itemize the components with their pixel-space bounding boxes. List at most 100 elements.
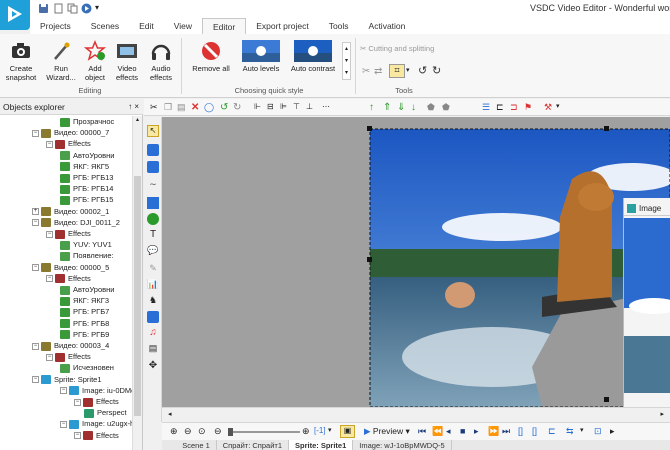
chart-tool-icon[interactable]: 📊 <box>147 279 159 291</box>
split-icon[interactable]: ✂ <box>362 66 370 77</box>
expand-toggle-icon[interactable]: − <box>32 342 39 350</box>
marker-set-icon[interactable]: ⊏ <box>548 426 556 437</box>
ungroup-icon[interactable]: ⬟ <box>442 102 453 113</box>
tree-item[interactable]: − Effects <box>46 138 91 149</box>
quick-style-scroll[interactable]: ▴ ▾ ▾ <box>342 42 351 80</box>
cut-icon[interactable]: ✂ <box>150 102 161 113</box>
tab-projects[interactable]: Projects <box>30 18 81 34</box>
tree-item[interactable]: АвтоУровни <box>60 150 114 161</box>
preview-toggle-icon[interactable]: ▣ <box>340 425 355 438</box>
zoom-slider[interactable] <box>228 428 300 436</box>
curve-tool-icon[interactable]: ∼ <box>147 179 159 191</box>
pen-tool-icon[interactable]: ✎ <box>147 263 159 275</box>
tree-item[interactable]: − Effects <box>46 228 91 239</box>
canvas-scrollbar[interactable]: ◂ ▸ <box>162 407 670 421</box>
expand-toggle-icon[interactable]: − <box>32 219 39 227</box>
prev-frame-icon[interactable]: ⏪ <box>432 426 443 437</box>
expand-toggle-icon[interactable]: − <box>60 420 67 428</box>
tree-item[interactable]: Исчезновен <box>60 362 114 373</box>
tree-item[interactable]: Perspect <box>84 407 127 418</box>
auto-levels-button[interactable]: Auto levels <box>238 40 284 73</box>
expand-toggle-icon[interactable]: − <box>74 432 81 440</box>
speech-bubble-icon[interactable]: 💬 <box>147 245 159 257</box>
tree-item[interactable]: РГБ: РГБ14 <box>60 183 113 194</box>
expand-toggle-icon[interactable]: − <box>32 129 39 137</box>
zoom-dropdown-icon[interactable]: ▾ <box>328 426 332 434</box>
move-tool-icon[interactable]: ✥ <box>147 360 159 372</box>
rotate-right-icon[interactable]: ↻ <box>432 64 441 77</box>
tree-item[interactable]: РГБ: РГБ8 <box>60 318 109 329</box>
rotate-left-icon[interactable]: ↺ <box>418 64 427 77</box>
redo-icon[interactable]: ↻ <box>233 102 244 113</box>
zoom-minus-icon[interactable]: ⊖ <box>214 426 222 437</box>
rectangle-tool-icon[interactable] <box>147 197 159 209</box>
tab-edit[interactable]: Edit <box>129 18 164 34</box>
sprite-tool-icon[interactable] <box>147 311 159 323</box>
flag-icon[interactable]: ⚑ <box>524 102 535 113</box>
align-middle-icon[interactable]: ⊥ <box>306 102 317 113</box>
doc-tab-scene[interactable]: Scene 1 <box>176 440 217 450</box>
animation-tool-icon[interactable]: ♞ <box>147 295 159 307</box>
tool-dropdown-icon[interactable]: ▾ <box>556 102 567 113</box>
expand-toggle-icon[interactable]: − <box>46 140 53 148</box>
expand-toggle-icon[interactable]: − <box>32 264 39 272</box>
doc-tab-sprite-ru[interactable]: Спрайт: Спрайт1 <box>217 440 289 450</box>
copy-icon[interactable]: ❐ <box>164 102 175 113</box>
video-effects-button[interactable]: Video effects <box>110 40 144 82</box>
tab-tools[interactable]: Tools <box>319 18 359 34</box>
zoom-slider-handle[interactable] <box>228 428 233 436</box>
tree-item[interactable]: − Видео: 00000_7 <box>32 127 109 138</box>
tree-item[interactable]: РГБ: РГБ7 <box>60 306 109 317</box>
explorer-scrollbar[interactable]: ▴ <box>132 116 142 450</box>
tree-item[interactable]: − Image: iu-0DMcZ <box>60 385 140 396</box>
distribute-icon[interactable]: ⋯ <box>322 102 333 113</box>
crop-icon[interactable]: ⌗ <box>389 64 405 78</box>
align-top-icon[interactable]: ⊤ <box>293 102 304 113</box>
pin-close-icon[interactable]: ↑ × <box>128 102 139 111</box>
tab-export-project[interactable]: Export project <box>246 18 318 34</box>
expand-toggle-icon[interactable]: − <box>74 398 81 406</box>
create-snapshot-button[interactable]: Create snapshot <box>2 40 40 82</box>
app-logo[interactable] <box>0 0 30 30</box>
snap-icon[interactable]: ⊏ <box>496 102 507 113</box>
grid-icon[interactable]: ☰ <box>482 102 493 113</box>
zoom-plus-icon[interactable]: ⊕ <box>302 426 310 437</box>
align-left-icon[interactable]: ⊩ <box>254 102 265 113</box>
align-right-icon[interactable]: ⊫ <box>280 102 291 113</box>
run-wizard-button[interactable]: Run Wizard... <box>42 40 80 82</box>
tree-item[interactable]: − Видео: 00000_5 <box>32 262 109 273</box>
dropdown-icon[interactable]: ▾ <box>95 3 106 14</box>
video-tool-icon[interactable] <box>147 144 159 156</box>
expand-toggle-icon[interactable]: − <box>60 387 67 395</box>
tree-item[interactable]: − Image: u2ugx-hh <box>60 418 138 429</box>
doc-tab-sprite[interactable]: Sprite: Sprite1 <box>289 440 354 450</box>
tree-item[interactable]: ЯКГ: ЯКГ5 <box>60 161 109 172</box>
scroll-left-icon[interactable]: ◂ <box>168 410 172 418</box>
stop-icon[interactable]: ■ <box>460 426 465 436</box>
go-start-icon[interactable]: ⏮ <box>418 426 426 437</box>
expand-toggle-icon[interactable]: − <box>32 376 39 384</box>
cutting-splitting-button[interactable]: ✂ Cutting and splitting <box>360 44 434 53</box>
image-tool-icon[interactable] <box>147 161 159 173</box>
trim-icon[interactable]: ⇄ <box>374 66 382 77</box>
tree-item[interactable]: − Effects <box>46 351 91 362</box>
tree-item[interactable]: ЯКГ: ЯКГ3 <box>60 295 109 306</box>
play-icon[interactable] <box>81 3 92 14</box>
doc-tab-image[interactable]: Image: wJ-1oBpMWDQ-5 <box>353 440 452 450</box>
delete-icon[interactable]: ✕ <box>191 102 202 113</box>
move-down-icon[interactable]: ↓ <box>411 102 422 113</box>
tree-item[interactable]: АвтоУровни <box>60 284 114 295</box>
tree-item[interactable]: − Effects <box>46 273 91 284</box>
subtitle-tool-icon[interactable]: ▤ <box>147 343 159 355</box>
crop-dropdown-icon[interactable]: ▾ <box>406 66 410 74</box>
tab-activation[interactable]: Activation <box>359 18 416 34</box>
move-bottom-icon[interactable]: ⇓ <box>397 102 408 113</box>
undo-icon[interactable]: ↺ <box>220 102 231 113</box>
move-top-icon[interactable]: ⇑ <box>383 102 394 113</box>
loop-icon[interactable]: ⇆ <box>566 426 574 437</box>
more-icon[interactable]: ▸ <box>610 426 615 437</box>
zoom-fit-icon[interactable]: ⊙ <box>198 426 206 437</box>
new-doc-icon[interactable] <box>53 3 64 14</box>
auto-contrast-button[interactable]: Auto contrast <box>286 40 340 73</box>
tree-item[interactable]: − Видео: DJI_0011_2 <box>32 217 120 228</box>
